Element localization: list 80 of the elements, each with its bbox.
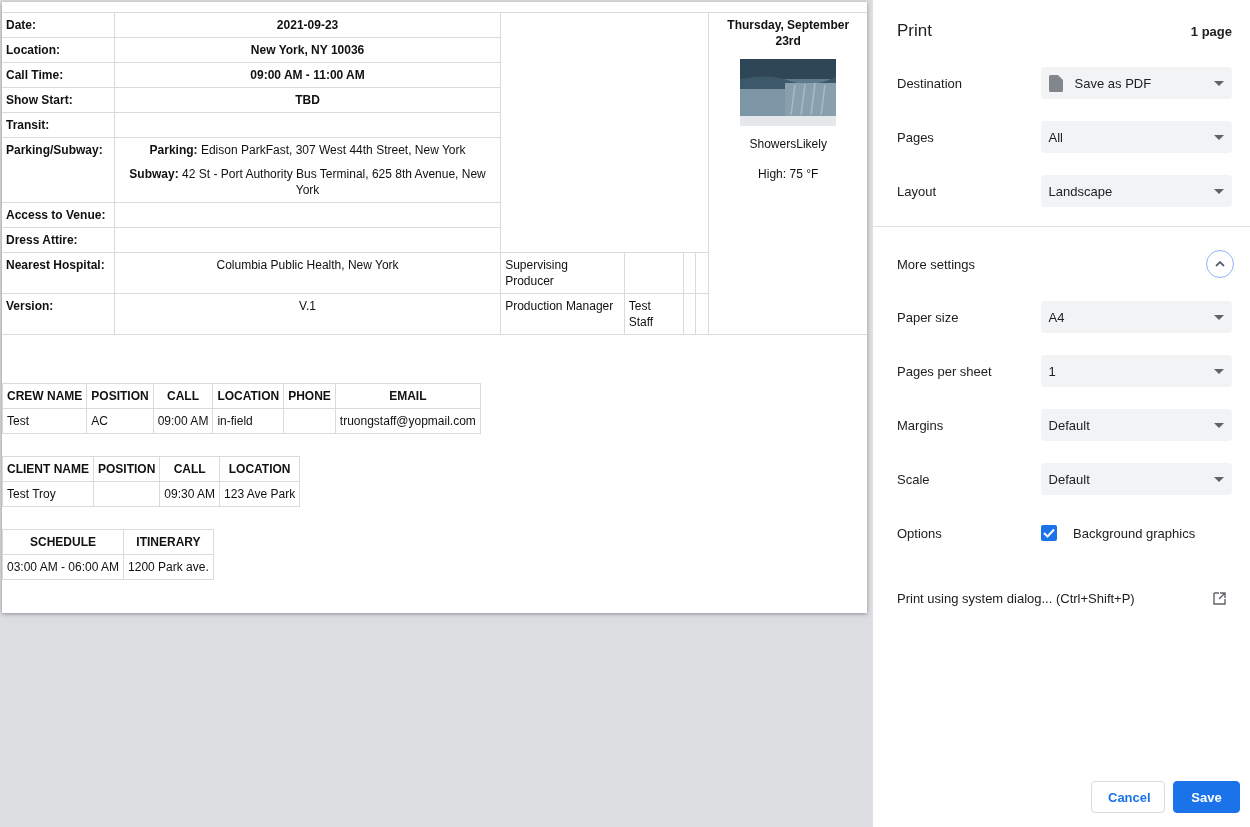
setting-label: Paper size [897,309,960,325]
setting-label: Margins [897,417,945,433]
column-header: CLIENT NAME [2,456,94,482]
setting-label: Pages [897,129,935,145]
caret-icon [1214,134,1224,140]
forecast-date: Thursday, September 23rd [726,17,851,49]
column-header: LOCATION [212,383,284,409]
role-cell: Supervising Producer [500,252,625,294]
field-label: Version: [2,293,115,335]
column-header: CALL [153,383,213,409]
field-label: Call Time: [2,62,115,88]
column-header: ITINERARY [123,529,214,555]
table-cell: Test [2,408,87,434]
name-cell: Test Staff [624,293,683,335]
file-icon [1048,74,1063,92]
table-cell: 03:00 AM - 06:00 AM [2,554,124,580]
temperature-high: High: 75 °F [757,166,820,182]
table-cell: 09:00 AM [153,408,213,434]
setting-label: Destination [897,75,964,91]
panel-title: Print [897,21,932,41]
caret-icon [1214,80,1224,86]
table-cell: 123 Ave Park [219,481,300,507]
field-value: V.1 [114,293,501,335]
setting-label: Scale [897,471,931,487]
field-label: Show Start: [2,87,115,113]
collapse-toggle[interactable] [1206,250,1234,278]
field-value: TBD [114,87,501,113]
checkbox-label: Background graphics [1073,525,1196,541]
table-cell: in-field [212,408,284,434]
check-icon [1043,528,1055,538]
dropdown[interactable]: Default [1040,409,1232,441]
table-cell: Test Troy [2,481,94,507]
field-label: Nearest Hospital: [2,252,115,294]
weather-condition: ShowersLikely [748,136,828,152]
column-header: SCHEDULE [2,529,124,555]
field-label: Location: [2,37,115,63]
column-header: LOCATION [219,456,300,482]
caret-icon [1214,476,1224,482]
more-settings-label: More settings [897,256,976,272]
table-cell: AC [86,408,154,434]
caret-icon [1214,188,1224,194]
field-label: Dress Attire: [2,227,115,253]
field-label: Access to Venue: [2,202,115,228]
dropdown[interactable]: Default [1040,463,1232,495]
field-label: Transit: [2,112,115,138]
field-value: Parking: Edison ParkFast, 307 West 44th Street, New York Subway: 42 St - Port Authority Bus Terminal, 625 8th Avenue, New York [114,137,501,203]
dropdown[interactable]: Landscape [1040,175,1232,207]
field-label: Parking/Subway: [2,137,115,203]
column-header: POSITION [93,456,160,482]
column-header: PHONE [283,383,336,409]
column-header: CREW NAME [2,383,87,409]
column-header: POSITION [86,383,154,409]
page-count: 1 page [1190,23,1232,39]
table-cell: 1200 Park ave. [123,554,214,580]
dropdown[interactable]: 1 [1040,355,1232,387]
field-value: 2021-09-23 [114,12,501,38]
column-header: EMAIL [335,383,481,409]
caret-icon [1214,422,1224,428]
role-cell: Production Manager [500,293,625,335]
save-button[interactable]: Save [1173,781,1240,813]
chevron-icon [1215,261,1225,267]
dropdown[interactable]: Save as PDF [1040,67,1232,99]
field-label: Date: [2,12,115,38]
field-value: New York, NY 10036 [114,37,501,63]
caret-icon [1214,368,1224,374]
table-cell: truongstaff@yopmail.com [335,408,481,434]
table-cell: 09:30 AM [159,481,220,507]
cancel-button[interactable]: Cancel [1091,781,1165,813]
dropdown[interactable]: All [1040,121,1232,153]
external-link-icon[interactable] [1213,592,1226,605]
field-value: 09:00 AM - 11:00 AM [114,62,501,88]
field-value: Columbia Public Health, New York [114,252,501,294]
column-header: CALL [159,456,220,482]
setting-label: Layout [897,183,938,199]
dropdown[interactable]: A4 [1040,301,1232,333]
caret-icon [1214,314,1224,320]
checkbox[interactable] [1041,525,1057,541]
system-dialog-link[interactable]: Print using system dialog... (Ctrl+Shift+P) [897,591,1135,606]
setting-label: Options [897,525,943,541]
setting-label: Pages per sheet [897,363,993,379]
